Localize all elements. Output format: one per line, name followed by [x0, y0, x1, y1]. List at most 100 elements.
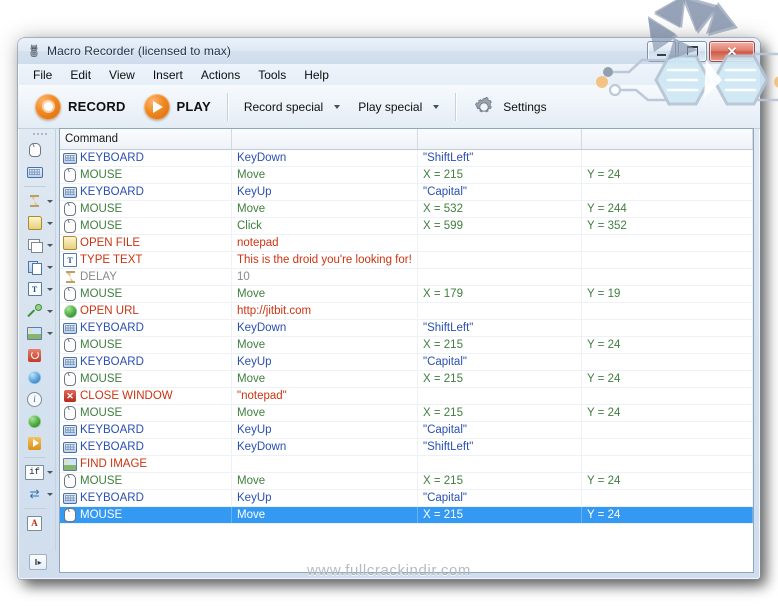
- table-row[interactable]: FIND IMAGE: [60, 456, 753, 473]
- play-button[interactable]: PLAY: [135, 91, 220, 123]
- record-special-dropdown[interactable]: Record special: [235, 97, 349, 117]
- table-row[interactable]: KEYBOARD KeyDown "ShiftLeft": [60, 150, 753, 167]
- row-icon-wrap: [63, 186, 77, 199]
- sidebar-icon-wrap: if: [25, 463, 44, 482]
- cell-arg2: X = 215: [418, 337, 582, 353]
- sidebar-item-window[interactable]: [24, 234, 56, 256]
- command-label: MOUSE: [80, 509, 123, 521]
- column-header-arg3[interactable]: [582, 129, 753, 149]
- chevron-down-icon[interactable]: [47, 199, 53, 203]
- table-row[interactable]: OPEN FILE notepad: [60, 235, 753, 252]
- cell-arg3: Y = 19: [582, 286, 753, 302]
- menu-item-help[interactable]: Help: [295, 66, 338, 84]
- sidebar-item-mouse[interactable]: [24, 139, 56, 161]
- cell-command: MOUSE: [60, 405, 232, 421]
- sidebar-icon-wrap: [25, 346, 44, 365]
- table-row[interactable]: KEYBOARD KeyUp "Capital": [60, 490, 753, 507]
- play-special-dropdown[interactable]: Play special: [349, 97, 448, 117]
- sidebar-item-network[interactable]: [24, 366, 56, 388]
- chevron-down-icon[interactable]: [47, 492, 53, 496]
- sidebar-item-info[interactable]: i: [24, 388, 56, 410]
- chevron-down-icon[interactable]: [47, 309, 53, 313]
- chevron-down-icon[interactable]: [47, 221, 53, 225]
- sidebar-item-shutdown[interactable]: [24, 344, 56, 366]
- sidebar-divider: [55, 128, 56, 551]
- cell-command: MOUSE: [60, 507, 232, 523]
- sidebar-item-type-text[interactable]: T: [24, 278, 56, 300]
- chevron-down-icon[interactable]: [47, 331, 53, 335]
- menu-item-tools[interactable]: Tools: [249, 66, 295, 84]
- mouse-icon: [64, 219, 76, 233]
- cell-arg3: [582, 439, 753, 455]
- sidebar-item-open-file[interactable]: [24, 212, 56, 234]
- table-row[interactable]: DELAY 10: [60, 269, 753, 286]
- grid-header-row: Command: [60, 129, 753, 150]
- sidebar-icon-wrap: [25, 434, 44, 453]
- sidebar-item-keyboard[interactable]: [24, 161, 56, 183]
- menu-item-file[interactable]: File: [24, 66, 61, 84]
- table-row[interactable]: MOUSE Move X = 179 Y = 19: [60, 286, 753, 303]
- record-special-label: Record special: [243, 99, 324, 114]
- table-row[interactable]: T TYPE TEXT This is the droid you're looki…: [60, 252, 753, 269]
- cell-command: T TYPE TEXT: [60, 252, 232, 268]
- chevron-down-icon[interactable]: [47, 265, 53, 269]
- row-icon-wrap: [63, 287, 77, 301]
- table-row[interactable]: KEYBOARD KeyUp "Capital": [60, 422, 753, 439]
- sidebar-item-run[interactable]: [24, 432, 56, 454]
- sidebar-item-find-image[interactable]: [24, 322, 56, 344]
- maximize-button[interactable]: [678, 41, 707, 62]
- command-label: MOUSE: [80, 407, 123, 419]
- menu-item-insert[interactable]: Insert: [144, 66, 192, 84]
- table-row[interactable]: MOUSE Click X = 599 Y = 352: [60, 218, 753, 235]
- column-header-arg2[interactable]: [418, 129, 582, 149]
- table-row[interactable]: MOUSE Move X = 215 Y = 24: [60, 371, 753, 388]
- table-row[interactable]: OPEN URL http://jitbit.com: [60, 303, 753, 320]
- cell-arg2: [418, 303, 582, 319]
- sidebar-item-text-style[interactable]: A: [24, 512, 56, 534]
- menu-item-view[interactable]: View: [100, 66, 144, 84]
- sidebar-item-if-condition[interactable]: if: [24, 461, 56, 483]
- sidebar-item-color-picker[interactable]: [24, 300, 56, 322]
- chevron-down-icon[interactable]: [47, 287, 53, 291]
- table-row[interactable]: KEYBOARD KeyUp "Capital": [60, 354, 753, 371]
- table-row[interactable]: KEYBOARD KeyDown "ShiftLeft": [60, 320, 753, 337]
- minimize-button[interactable]: [647, 41, 676, 62]
- table-row[interactable]: MOUSE Move X = 215 Y = 24: [60, 405, 753, 422]
- table-row[interactable]: MOUSE Move X = 215 Y = 24: [60, 473, 753, 490]
- cell-arg2: [418, 456, 582, 472]
- close-button[interactable]: ✕: [709, 41, 755, 62]
- menu-item-actions[interactable]: Actions: [192, 66, 249, 84]
- cell-arg3: [582, 235, 753, 251]
- cell-arg3: Y = 24: [582, 473, 753, 489]
- record-button[interactable]: RECORD: [26, 91, 135, 123]
- command-label: MOUSE: [80, 373, 123, 385]
- table-row[interactable]: KEYBOARD KeyDown "ShiftLeft": [60, 439, 753, 456]
- cell-arg3: [582, 303, 753, 319]
- sidebar-expand-button[interactable]: ‖▸: [29, 554, 47, 570]
- command-label: KEYBOARD: [80, 152, 144, 164]
- record-icon: [35, 93, 61, 120]
- cell-arg1: 10: [232, 269, 418, 285]
- table-row[interactable]: KEYBOARD KeyUp "Capital": [60, 184, 753, 201]
- chevron-down-icon[interactable]: [47, 470, 53, 474]
- sidebar-item-loop[interactable]: ⇄: [24, 483, 56, 505]
- column-header-arg1[interactable]: [232, 129, 418, 149]
- table-row[interactable]: MOUSE Move X = 215 Y = 24: [60, 337, 753, 354]
- table-row[interactable]: MOUSE Move X = 532 Y = 244: [60, 201, 753, 218]
- table-row[interactable]: ✕ CLOSE WINDOW "notepad": [60, 388, 753, 405]
- table-row[interactable]: MOUSE Move X = 215 Y = 24: [60, 167, 753, 184]
- toolbar-grip[interactable]: [32, 132, 48, 136]
- chevron-down-icon[interactable]: [47, 243, 53, 247]
- table-row[interactable]: MOUSE Move X = 215 Y = 24: [60, 507, 753, 524]
- column-header-command[interactable]: Command: [60, 129, 232, 149]
- title-bar: Macro Recorder (licensed to max) ✕: [18, 38, 760, 64]
- sidebar-item-copy[interactable]: [24, 256, 56, 278]
- menu-item-edit[interactable]: Edit: [61, 66, 100, 84]
- settings-button[interactable]: Settings: [463, 92, 555, 122]
- sidebar-item-delay[interactable]: [24, 190, 56, 212]
- sidebar-item-open-url[interactable]: [24, 410, 56, 432]
- sidebar-icon-wrap: [25, 258, 44, 277]
- cell-arg1: KeyDown: [232, 320, 418, 336]
- row-icon-wrap: [63, 152, 77, 165]
- mouse-icon: [64, 287, 76, 301]
